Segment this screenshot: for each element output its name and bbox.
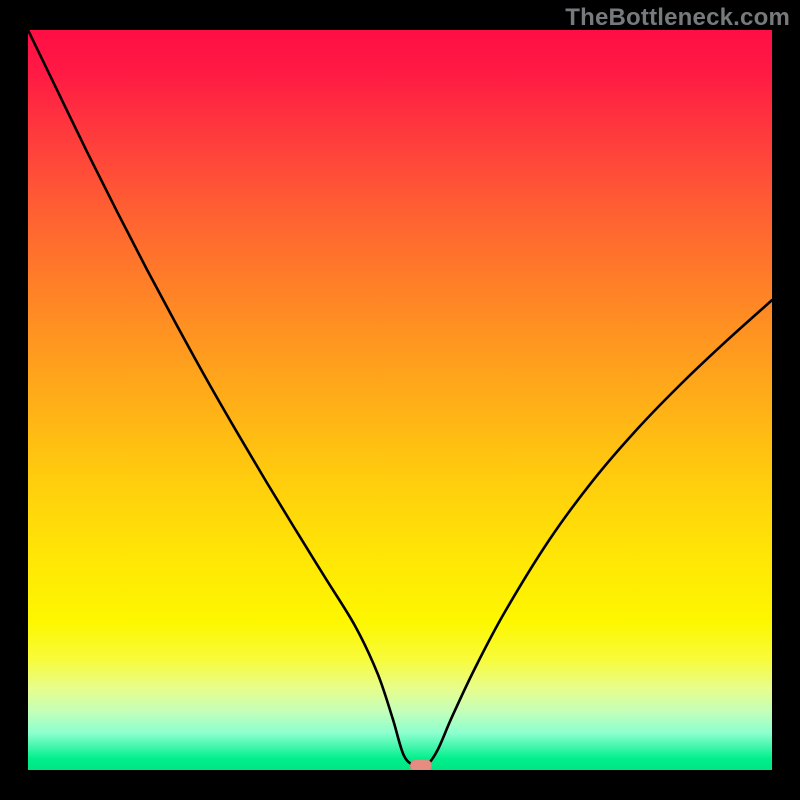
optimum-marker (410, 759, 432, 770)
chart-container: TheBottleneck.com (0, 0, 800, 800)
watermark-label: TheBottleneck.com (565, 4, 790, 32)
curve-path (28, 30, 772, 767)
plot-area (28, 30, 772, 770)
bottleneck-curve (28, 30, 772, 770)
